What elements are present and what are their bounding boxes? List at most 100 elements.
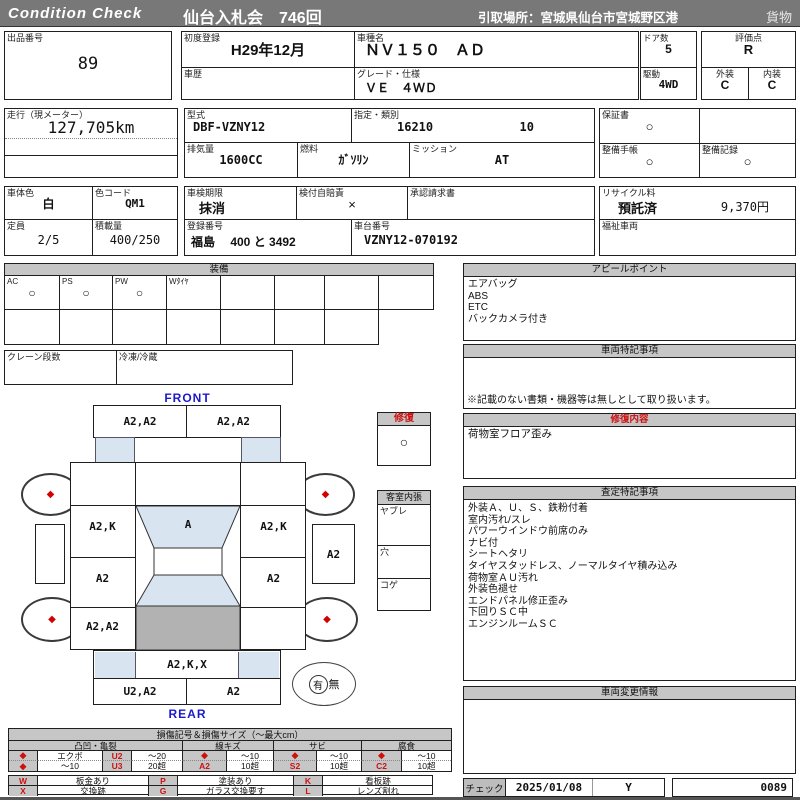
- category-label: 貨物: [765, 10, 792, 25]
- class-value-2: 10: [519, 120, 534, 134]
- mileage-empty-row: [5, 139, 177, 156]
- wheel-damage-icon: ◆: [46, 488, 55, 500]
- assessment-line: 荷物室ＡＵ汚れ: [468, 572, 538, 584]
- legend-group: 線キズ: [183, 741, 274, 751]
- maintenance-book-cell: 整備手帳 ○: [599, 143, 700, 178]
- insurance-value: ×: [348, 197, 356, 212]
- plate-number-cell: 登録番号 福島 400 と 3492: [184, 219, 352, 256]
- body-line: [70, 557, 136, 558]
- freezer-label: 冷凍/冷蔵: [119, 352, 158, 362]
- check-date-box: 2025/01/08 Y: [505, 778, 665, 797]
- equipment-cell-ps: PS ○: [59, 275, 113, 310]
- change-info-title: 車両変更情報: [464, 687, 795, 700]
- warranty-cell: 保証書 ○: [599, 108, 700, 144]
- plate-number-value: 福島 400 と 3492: [191, 235, 296, 249]
- legend-cell: U3: [103, 761, 132, 771]
- drive-cell: 駆動 4WD: [640, 67, 697, 100]
- side-sill-left: [35, 524, 65, 584]
- chassis-number-value: VZNY12-070192: [364, 233, 458, 247]
- equipment-empty-cell: [378, 275, 434, 310]
- cabin-row-label: 穴: [380, 547, 390, 557]
- damage-code: A2: [226, 685, 241, 698]
- appeal-line: バックカメラ付き: [468, 313, 548, 325]
- freezer-cell: 冷凍/冷蔵: [116, 350, 293, 385]
- load-capacity-cell: 積載量 400/250: [92, 219, 178, 256]
- grade-value: ＶＥ ４ＷＤ: [365, 81, 438, 95]
- repair-details-panel: 修復内容 荷物室フロア歪み: [463, 413, 796, 479]
- appeal-points-panel: アピールポイント エアバッグ ABS ETC バックカメラ付き: [463, 263, 796, 341]
- right-rear-door-code: A2: [266, 572, 281, 585]
- recycle-status: 預託済: [618, 201, 658, 216]
- maintenance-record-value: ○: [743, 154, 752, 169]
- legend-title: 損傷記号＆損傷サイズ（～最大cm）: [156, 730, 304, 740]
- equipment-label: Wﾀｲﾔ: [169, 277, 189, 286]
- repair-details-title: 修復内容: [464, 414, 795, 427]
- equipment-value: ○: [28, 286, 36, 300]
- body-line: [240, 462, 241, 650]
- legend-cell: A2: [183, 761, 227, 771]
- mileage-cell: 走行（現メーター） 127,705km: [4, 108, 178, 178]
- legend-code-desc: 交換跡: [38, 786, 149, 796]
- capacity-value: 2/5: [37, 233, 60, 247]
- grade-cell: グレード・仕様 ＶＥ ４ＷＤ: [354, 67, 639, 100]
- equipment-empty-cell: [274, 309, 325, 345]
- equipment-empty-cell: [324, 309, 379, 345]
- check-mark: Y: [625, 781, 632, 794]
- check-label: チェック: [465, 783, 504, 795]
- equipment-cell-pw: PW ○: [112, 275, 167, 310]
- appeal-line: エアバッグ: [468, 279, 518, 290]
- cabin-lining-box: 客室内張 ヤブレ 穴 コゲ: [377, 490, 431, 611]
- legend-cell: ◆: [9, 750, 38, 761]
- check-cell: チェック: [463, 778, 506, 797]
- left-rear-door-code: A2: [95, 572, 110, 585]
- assessment-line: シートヘタリ: [468, 549, 528, 561]
- equipment-empty-cell: [166, 309, 221, 345]
- rear-panel-code: A2,K,X: [167, 658, 207, 671]
- legend-cell: C2: [362, 761, 402, 771]
- front-bumper-left-cell: A2,A2: [93, 405, 187, 438]
- legend-code: X: [9, 786, 38, 796]
- exterior-grade-value: C: [720, 78, 730, 92]
- damage-code: A2: [326, 547, 341, 561]
- damage-code: U2,A2: [123, 685, 157, 698]
- auction-title: 仙台入札会 746回: [183, 10, 322, 27]
- body-color-value: 白: [42, 197, 55, 211]
- equipment-empty-cell: [220, 275, 275, 310]
- legend-code: W: [9, 776, 38, 786]
- warranty-value: ○: [645, 119, 654, 134]
- legend-code-table: W 板金あり P 塗装あり K 看板跡 X 交換跡 G ガラス交換要す L レン…: [8, 775, 433, 796]
- assessment-line: エンドパネル修正歪み: [468, 595, 568, 607]
- legend-cell: 20超: [132, 761, 183, 771]
- rear-bumper-right-cell: A2: [186, 678, 281, 705]
- assessment-line: 外装色褪せ: [468, 584, 518, 596]
- chassis-number-cell: 車台番号 VZNY12-070192: [351, 219, 595, 256]
- sheet-number-box: 0089: [672, 778, 793, 797]
- interior-grade-value: C: [767, 78, 777, 92]
- right-front-door-code: A2,K: [260, 520, 287, 533]
- cabin-row-label: ヤブレ: [380, 506, 408, 516]
- equipment-empty-cell: [274, 275, 325, 310]
- assessment-line: エンジンルームＳＣ: [468, 618, 558, 630]
- legend-cell: 10超: [417, 761, 436, 771]
- capacity-label: 定員: [7, 221, 26, 231]
- legend-code: P: [149, 776, 178, 786]
- assessment-line: 外装Ａ、Ｕ、Ｓ、鉄粉付着: [468, 503, 588, 514]
- recycle-fee-label: リサイクル料: [602, 188, 656, 198]
- load-capacity-value: 400/250: [109, 233, 161, 247]
- rear-panel-cell: A2,K,X: [93, 650, 281, 679]
- welfare-vehicle-label: 福祉車両: [602, 221, 639, 231]
- transmission-value: AT: [494, 153, 510, 167]
- legend-code-desc: レンズ割れ: [356, 786, 400, 796]
- assessment-line: 下回りＳＣ中: [468, 607, 528, 619]
- chassis-number-label: 車台番号: [354, 221, 391, 231]
- class-value-1: 16210: [397, 120, 434, 134]
- front-bumper-right-cell: A2,A2: [186, 405, 281, 438]
- lot-number-value: 89: [77, 54, 99, 74]
- model-code-value: DBF-VZNY12: [193, 120, 266, 134]
- color-code-cell: 色コード QM1: [92, 186, 178, 220]
- equipment-value: ○: [135, 286, 144, 300]
- assessment-line: ナビ付: [468, 537, 498, 549]
- cabin-row-hole: 穴: [378, 546, 430, 579]
- maintenance-book-value: ○: [645, 154, 654, 169]
- rear-bumper-left-cell: U2,A2: [93, 678, 187, 705]
